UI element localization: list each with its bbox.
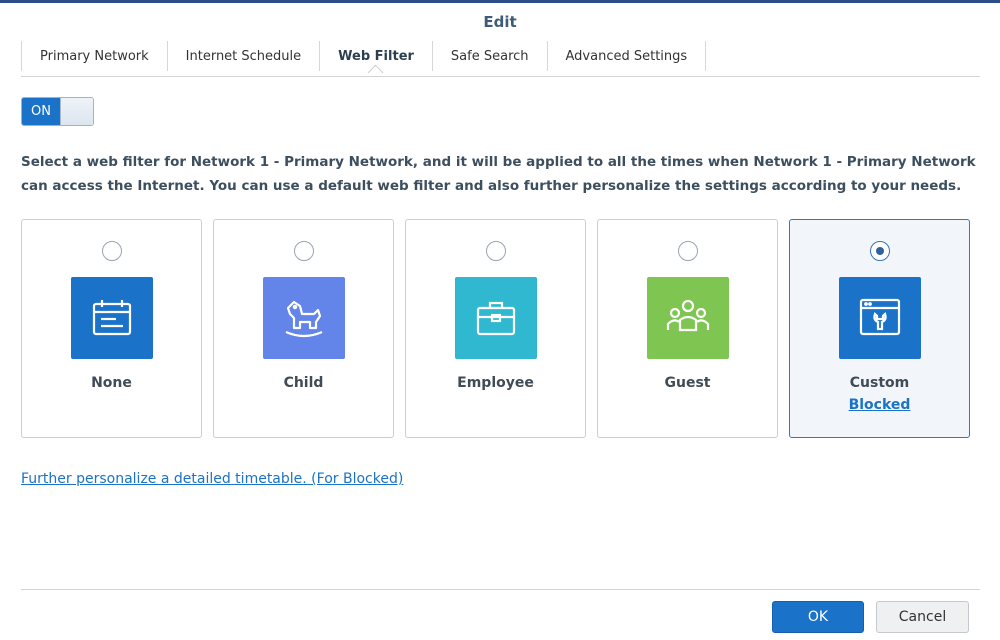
filter-label-child: Child bbox=[283, 375, 324, 391]
filter-card-custom[interactable]: Custom Blocked bbox=[789, 219, 970, 438]
filter-label-employee: Employee bbox=[457, 375, 534, 391]
filter-card-none[interactable]: None bbox=[21, 219, 202, 438]
filter-radio-guest[interactable] bbox=[678, 241, 698, 261]
filter-label-custom: Custom bbox=[849, 375, 910, 391]
custom-blocked-link[interactable]: Blocked bbox=[790, 397, 969, 413]
dialog-title: Edit bbox=[483, 13, 517, 31]
filter-label-none: None bbox=[91, 375, 132, 391]
group-icon bbox=[647, 277, 729, 359]
tab-safe-search[interactable]: Safe Search bbox=[431, 41, 547, 71]
ok-button[interactable]: OK bbox=[772, 601, 864, 633]
filter-radio-child[interactable] bbox=[294, 241, 314, 261]
cancel-button[interactable]: Cancel bbox=[876, 601, 969, 633]
filter-label-guest: Guest bbox=[664, 375, 711, 391]
rocking-horse-icon bbox=[263, 277, 345, 359]
toggle-on-label: ON bbox=[22, 98, 60, 125]
tab-web-filter[interactable]: Web Filter bbox=[319, 41, 432, 71]
filter-radio-employee[interactable] bbox=[486, 241, 506, 261]
tab-internet-schedule[interactable]: Internet Schedule bbox=[166, 41, 320, 71]
timetable-link[interactable]: Further personalize a detailed timetable… bbox=[21, 471, 403, 487]
tab-divider bbox=[21, 76, 980, 77]
tab-bar: Primary Network Internet Schedule Web Fi… bbox=[21, 41, 707, 71]
filter-card-grid: None Child Employee Guest Custom Blocked bbox=[21, 219, 980, 439]
web-filter-toggle[interactable]: ON bbox=[21, 97, 94, 126]
window-wrench-icon bbox=[839, 277, 921, 359]
filter-card-guest[interactable]: Guest bbox=[597, 219, 778, 438]
filter-radio-none[interactable] bbox=[102, 241, 122, 261]
filter-card-child[interactable]: Child bbox=[213, 219, 394, 438]
filter-radio-custom[interactable] bbox=[870, 241, 890, 261]
tab-primary-network[interactable]: Primary Network bbox=[21, 41, 167, 71]
calendar-icon bbox=[71, 277, 153, 359]
description-text: Select a web filter for Network 1 - Prim… bbox=[21, 154, 976, 194]
footer-divider bbox=[21, 589, 980, 590]
tab-advanced-settings[interactable]: Advanced Settings bbox=[546, 41, 707, 71]
edit-dialog: Edit Primary Network Internet Schedule W… bbox=[0, 3, 1000, 640]
filter-card-employee[interactable]: Employee bbox=[405, 219, 586, 438]
briefcase-icon bbox=[455, 277, 537, 359]
toggle-knob bbox=[60, 98, 93, 125]
